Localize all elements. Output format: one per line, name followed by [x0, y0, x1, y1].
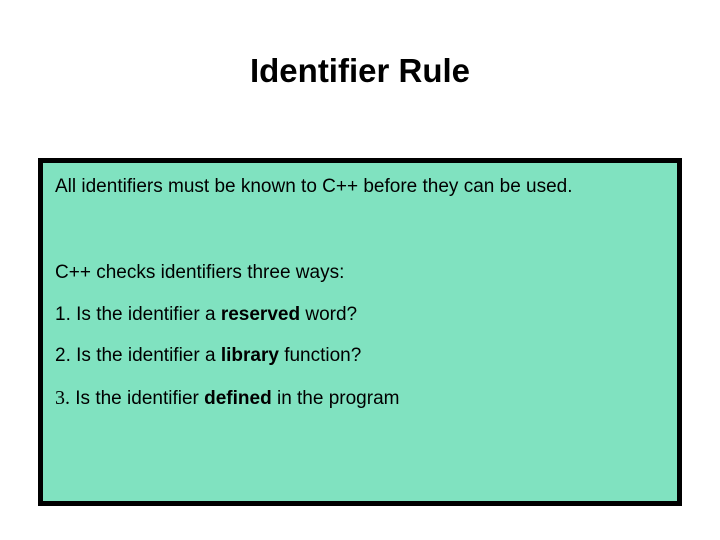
item-bold: reserved	[221, 304, 300, 325]
intro-text: All identifiers must be known to C++ bef…	[55, 175, 665, 199]
item-number: 2.	[55, 345, 71, 366]
item-bold: defined	[204, 388, 272, 409]
item-suffix: word?	[300, 304, 357, 325]
slide-title: Identifier Rule	[0, 0, 720, 90]
item-number: 1.	[55, 304, 71, 325]
list-item: 1. Is the identifier a reserved word?	[55, 303, 665, 327]
item-prefix: Is the identifier a	[71, 345, 221, 366]
subheading-text: C++ checks identifiers three ways:	[55, 261, 665, 285]
item-number: 3.	[55, 387, 70, 409]
item-prefix: Is the identifier a	[71, 304, 221, 325]
item-suffix: in the program	[272, 388, 400, 409]
item-suffix: function?	[279, 345, 361, 366]
item-bold: library	[221, 345, 279, 366]
slide: Identifier Rule All identifiers must be …	[0, 0, 720, 540]
content-box: All identifiers must be known to C++ bef…	[38, 158, 682, 506]
list-item: 3. Is the identifier defined in the prog…	[55, 386, 665, 411]
item-prefix: Is the identifier	[70, 388, 204, 409]
list-item: 2. Is the identifier a library function?	[55, 344, 665, 368]
